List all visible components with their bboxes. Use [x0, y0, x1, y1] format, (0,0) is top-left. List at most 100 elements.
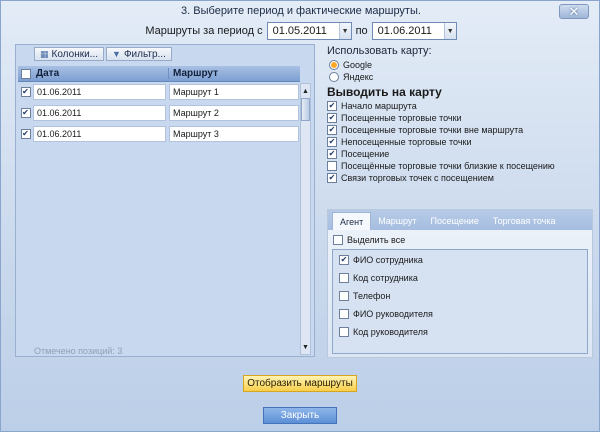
- tab-agent[interactable]: Агент: [332, 212, 372, 230]
- option-visited-points[interactable]: Посещенные торговые точки: [327, 112, 592, 124]
- filter-icon: ▼: [112, 49, 121, 59]
- option-label: Связи торговых точек с посещением: [341, 173, 494, 183]
- option-label: Непосещенные торговые точки: [341, 137, 472, 147]
- close-icon[interactable]: ✕: [559, 4, 589, 19]
- option-visited-off-route[interactable]: Посещенные торговые точки вне маршрута: [327, 124, 592, 136]
- scroll-thumb[interactable]: [301, 98, 310, 121]
- option-point-links[interactable]: Связи торговых точек с посещением: [327, 172, 592, 184]
- select-all-label: Выделить все: [347, 235, 406, 245]
- field-checkbox[interactable]: [339, 254, 349, 265]
- date-from-picker[interactable]: 01.05.2011 ▼: [266, 22, 352, 40]
- show-routes-button[interactable]: Отобразить маршруты: [243, 375, 357, 392]
- grid-header: Дата Маршрут: [18, 66, 300, 82]
- option-visit[interactable]: Посещение: [327, 148, 592, 160]
- period-label: Маршруты за период с: [145, 25, 263, 37]
- period-to-label: по: [355, 25, 368, 37]
- option-checkbox[interactable]: [327, 173, 337, 183]
- use-map-label: Использовать карту:: [327, 45, 432, 57]
- field-label: Код сотрудника: [353, 272, 418, 283]
- row-checkbox-cell: [18, 129, 33, 139]
- chevron-down-icon[interactable]: ▼: [338, 23, 351, 39]
- filter-button-label: Фильтр...: [123, 48, 166, 60]
- radio-google-button[interactable]: [329, 60, 339, 70]
- field-label: ФИО сотрудника: [353, 254, 423, 265]
- chevron-down-icon[interactable]: ▼: [443, 23, 456, 39]
- option-checkbox[interactable]: [327, 113, 337, 123]
- option-nearby-visited[interactable]: Посещённые торговые точки близкие к посе…: [327, 160, 592, 172]
- tab-outlet[interactable]: Торговая точка: [486, 212, 563, 230]
- row-route: Маршрут 3: [169, 126, 299, 142]
- row-date: 01.06.2011: [33, 126, 166, 142]
- filter-button[interactable]: ▼ Фильтр...: [106, 47, 172, 61]
- period-selector: Маршруты за период с 01.05.2011 ▼ по 01.…: [1, 22, 600, 40]
- scroll-up-icon[interactable]: ▲: [301, 85, 310, 97]
- column-header-route[interactable]: Маршрут: [168, 68, 298, 79]
- grid-rows: 01.06.2011 Маршрут 1 01.06.2011 Маршрут …: [18, 83, 300, 146]
- dialog-title: 3. Выберите период и фактические маршрут…: [181, 5, 421, 17]
- column-header-date[interactable]: Дата: [33, 68, 168, 79]
- field-manager-name[interactable]: ФИО руководителя: [339, 305, 587, 322]
- row-checkbox[interactable]: [20, 87, 31, 97]
- field-phone[interactable]: Телефон: [339, 287, 587, 304]
- map-settings: Использовать карту: Google Яндекс Выводи…: [327, 45, 592, 184]
- field-checkbox[interactable]: [339, 272, 349, 283]
- scroll-down-icon[interactable]: ▼: [301, 341, 310, 353]
- field-checkbox[interactable]: [339, 326, 349, 337]
- row-date: 01.06.2011: [33, 84, 166, 100]
- date-from-value[interactable]: 01.05.2011: [268, 25, 339, 37]
- date-to-picker[interactable]: 01.06.2011 ▼: [371, 22, 457, 40]
- select-all-rows-checkbox[interactable]: [20, 68, 31, 79]
- option-label: Посещение: [341, 149, 390, 159]
- field-label: ФИО руководителя: [353, 308, 433, 319]
- columns-icon: ▦: [40, 48, 49, 59]
- field-checkbox[interactable]: [339, 308, 349, 319]
- option-checkbox[interactable]: [327, 137, 337, 147]
- option-label: Посещенные торговые точки: [341, 113, 462, 123]
- row-checkbox[interactable]: [20, 108, 31, 118]
- header-checkbox-cell: [18, 66, 33, 82]
- table-row[interactable]: 01.06.2011 Маршрут 2: [18, 104, 300, 122]
- radio-google-label: Google: [343, 60, 373, 70]
- table-row[interactable]: 01.06.2011 Маршрут 1: [18, 83, 300, 101]
- grid-toolbar: ▦ Колонки... ▼ Фильтр...: [34, 47, 172, 61]
- field-manager-code[interactable]: Код руководителя: [339, 323, 587, 340]
- radio-yandex-button[interactable]: [329, 72, 339, 82]
- row-checkbox[interactable]: [20, 129, 31, 139]
- close-button[interactable]: Закрыть: [263, 407, 337, 424]
- row-date: 01.06.2011: [33, 105, 166, 121]
- row-route: Маршрут 2: [169, 105, 299, 121]
- field-employee-name[interactable]: ФИО сотрудника: [339, 251, 587, 268]
- selected-count: Отмечено позиций: 3: [34, 346, 123, 356]
- tab-visit[interactable]: Посещение: [424, 212, 486, 230]
- option-label: Начало маршрута: [341, 101, 417, 111]
- routes-grid: ▦ Колонки... ▼ Фильтр... Дата Маршрут 01…: [15, 44, 315, 357]
- radio-google[interactable]: Google: [329, 59, 592, 71]
- row-checkbox-cell: [18, 87, 33, 97]
- option-checkbox[interactable]: [327, 161, 337, 171]
- select-all-fields[interactable]: Выделить все: [333, 235, 405, 245]
- row-checkbox-cell: [18, 108, 33, 118]
- date-to-value[interactable]: 01.06.2011: [373, 25, 444, 37]
- grid-scrollbar[interactable]: ▲ ▼: [300, 83, 311, 355]
- columns-button-label: Колонки...: [51, 48, 99, 60]
- option-route-start[interactable]: Начало маршрута: [327, 100, 592, 112]
- option-checkbox[interactable]: [327, 101, 337, 111]
- field-checkbox[interactable]: [339, 290, 349, 301]
- table-row[interactable]: 01.06.2011 Маршрут 3: [18, 125, 300, 143]
- select-all-checkbox[interactable]: [333, 235, 343, 245]
- field-employee-code[interactable]: Код сотрудника: [339, 269, 587, 286]
- tab-route[interactable]: Маршрут: [371, 212, 423, 230]
- option-label: Посещенные торговые точки вне маршрута: [341, 125, 524, 135]
- field-label: Телефон: [353, 290, 391, 301]
- row-route: Маршрут 1: [169, 84, 299, 100]
- radio-yandex-label: Яндекс: [343, 72, 374, 82]
- field-label: Код руководителя: [353, 326, 428, 337]
- dialog-window: 3. Выберите период и фактические маршрут…: [0, 0, 600, 432]
- columns-button[interactable]: ▦ Колонки...: [34, 47, 105, 61]
- option-checkbox[interactable]: [327, 149, 337, 159]
- tab-bar: Агент Маршрут Посещение Торговая точка: [328, 210, 592, 230]
- radio-yandex[interactable]: Яндекс: [329, 71, 592, 83]
- option-checkbox[interactable]: [327, 125, 337, 135]
- option-unvisited-points[interactable]: Непосещенные торговые точки: [327, 136, 592, 148]
- field-list: ФИО сотрудника Код сотрудника Телефон ФИ…: [332, 249, 588, 354]
